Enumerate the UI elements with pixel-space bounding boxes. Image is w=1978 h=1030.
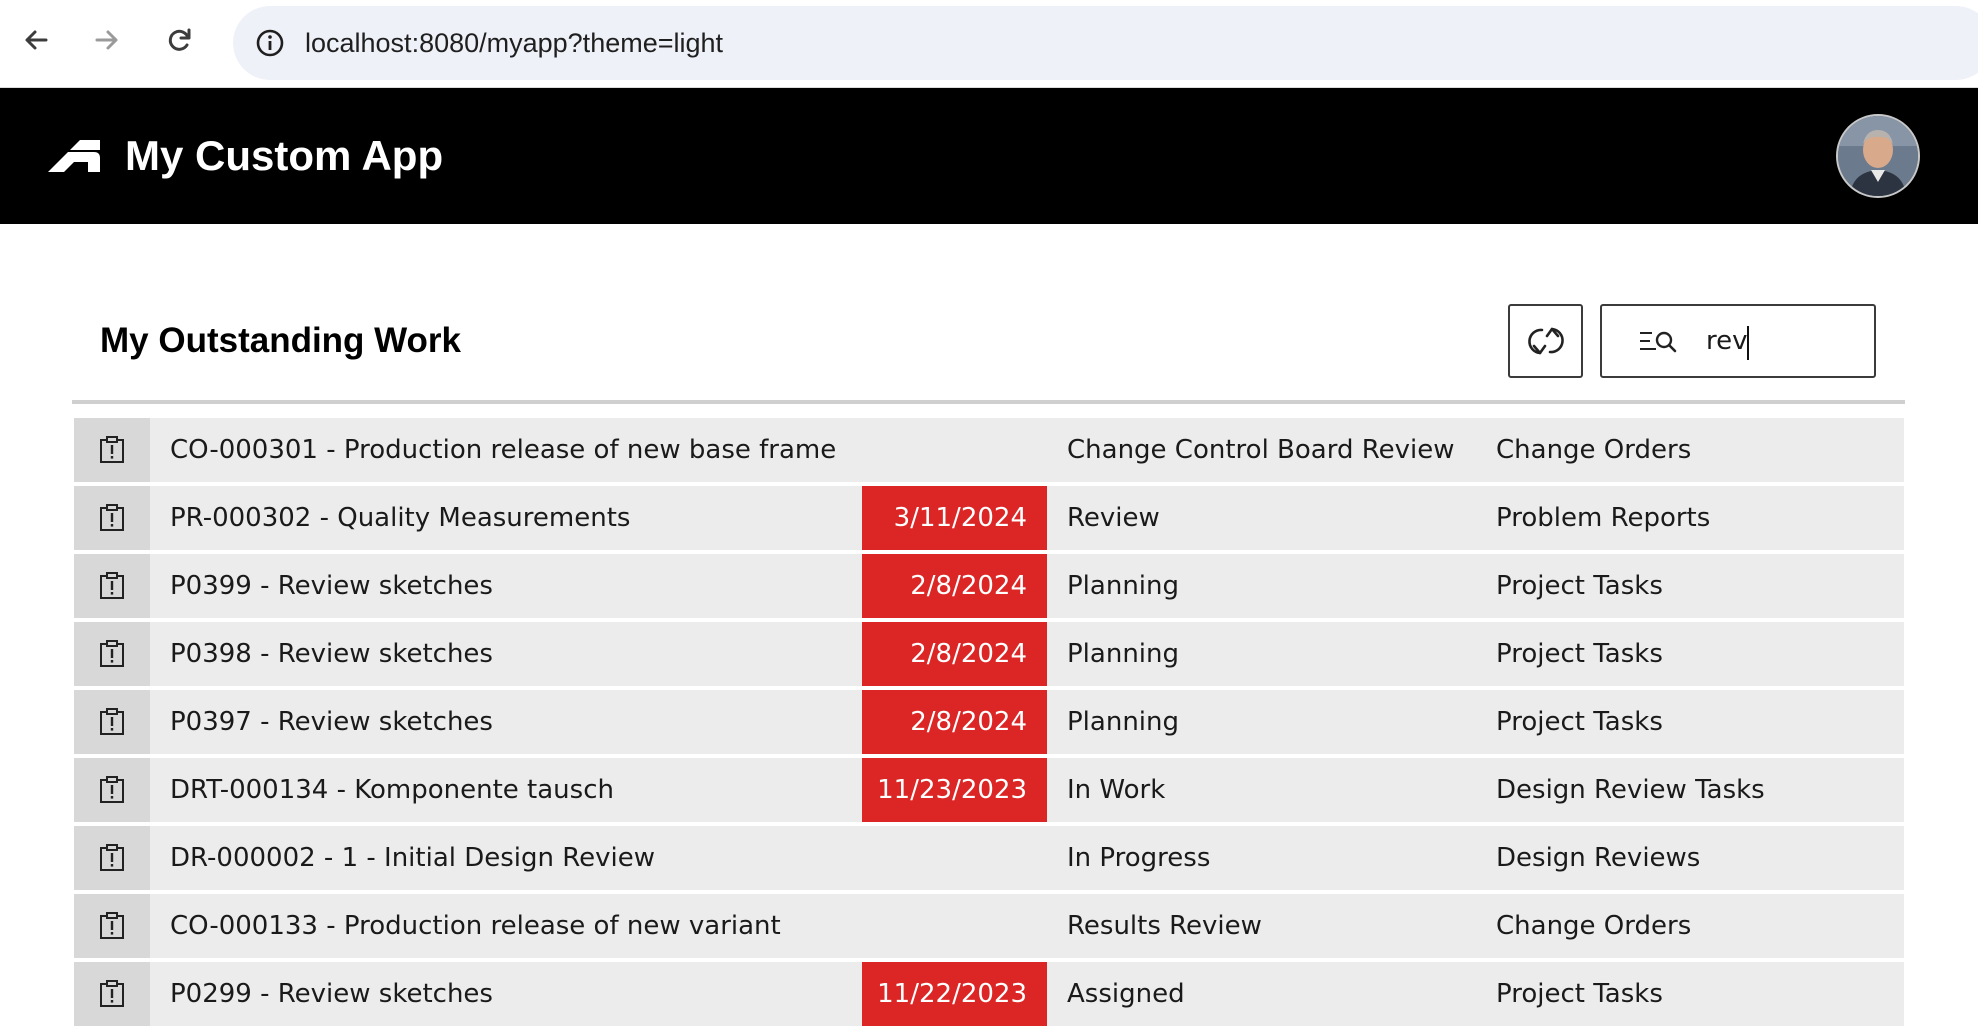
task-icon-cell <box>74 690 150 754</box>
work-list: CO-000301 - Production release of new ba… <box>74 418 1904 1030</box>
work-item-row[interactable]: PR-000302 - Quality Measurements 3/11/20… <box>74 486 1904 550</box>
item-title: P0397 - Review sketches <box>170 707 493 737</box>
due-date-badge <box>862 894 1047 958</box>
due-date-badge <box>862 418 1047 482</box>
text-caret <box>1747 326 1749 360</box>
item-title: PR-000302 - Quality Measurements <box>170 503 631 533</box>
task-icon-cell <box>74 622 150 686</box>
app-title: My Custom App <box>125 132 444 179</box>
task-icon-cell <box>74 486 150 550</box>
item-title: P0399 - Review sketches <box>170 571 493 601</box>
url-text: localhost:8080/myapp?theme=light <box>305 28 724 58</box>
task-icon-cell <box>74 826 150 890</box>
item-title: CO-000133 - Production release of new va… <box>170 911 781 941</box>
work-item-row[interactable]: P0299 - Review sketches 11/22/2023 Assig… <box>74 962 1904 1026</box>
reload-icon <box>168 28 191 51</box>
item-workspace: Problem Reports <box>1496 503 1711 533</box>
item-state: Change Control Board Review <box>1067 435 1455 465</box>
item-title: P0398 - Review sketches <box>170 639 493 669</box>
work-item-row[interactable]: DR-000002 - 1 - Initial Design Review In… <box>74 826 1904 890</box>
app-header: My Custom App <box>0 88 1978 224</box>
user-avatar[interactable] <box>1836 114 1920 198</box>
clipboard-alert-icon <box>100 572 124 599</box>
search-box[interactable] <box>1600 304 1876 378</box>
user-photo-icon <box>1838 116 1918 196</box>
due-date-badge: 11/23/2023 <box>862 758 1047 822</box>
panel-title: My Outstanding Work <box>100 321 462 360</box>
item-state: Planning <box>1067 571 1179 601</box>
item-state: Assigned <box>1067 979 1185 1009</box>
clipboard-alert-icon <box>100 640 124 667</box>
clipboard-alert-icon <box>100 844 124 871</box>
due-date-badge: 3/11/2024 <box>862 486 1047 550</box>
clipboard-alert-icon <box>100 776 124 803</box>
task-icon-cell <box>74 554 150 618</box>
due-date-badge: 11/22/2023 <box>862 962 1047 1026</box>
work-item-row[interactable]: P0397 - Review sketches 2/8/2024 Plannin… <box>74 690 1904 754</box>
refresh-button[interactable] <box>1508 304 1583 378</box>
item-workspace: Project Tasks <box>1496 979 1663 1009</box>
item-title: DRT-000134 - Komponente tausch <box>170 775 614 805</box>
address-bar[interactable]: localhost:8080/myapp?theme=light <box>233 6 1978 80</box>
clipboard-alert-icon <box>100 436 124 463</box>
search-input[interactable] <box>1706 316 1856 366</box>
due-date-badge <box>862 826 1047 890</box>
item-title: CO-000301 - Production release of new ba… <box>170 435 837 465</box>
work-item-row[interactable]: P0399 - Review sketches 2/8/2024 Plannin… <box>74 554 1904 618</box>
task-icon-cell <box>74 758 150 822</box>
clipboard-alert-icon <box>100 912 124 939</box>
item-workspace: Project Tasks <box>1496 571 1663 601</box>
item-state: Review <box>1067 503 1160 533</box>
item-title: DR-000002 - 1 - Initial Design Review <box>170 843 656 873</box>
work-item-row[interactable]: P0398 - Review sketches 2/8/2024 Plannin… <box>74 622 1904 686</box>
arrow-right-icon <box>95 30 118 50</box>
task-icon-cell <box>74 894 150 958</box>
item-workspace: Change Orders <box>1496 911 1692 941</box>
item-workspace: Project Tasks <box>1496 639 1663 669</box>
reload-button[interactable] <box>160 20 200 60</box>
due-date-badge: 2/8/2024 <box>862 622 1047 686</box>
refresh-icon <box>1527 327 1564 355</box>
item-workspace: Design Review Tasks <box>1496 775 1765 805</box>
due-date-badge: 2/8/2024 <box>862 554 1047 618</box>
forward-button[interactable] <box>87 20 127 60</box>
back-button[interactable] <box>16 20 56 60</box>
item-state: Planning <box>1067 639 1179 669</box>
item-title: P0299 - Review sketches <box>170 979 493 1009</box>
item-state: Planning <box>1067 707 1179 737</box>
filter-search-icon <box>1640 331 1677 353</box>
browser-toolbar: localhost:8080/myapp?theme=light <box>0 0 1978 88</box>
app-logo-icon <box>48 140 100 172</box>
site-info-icon[interactable] <box>255 28 285 58</box>
work-item-row[interactable]: DRT-000134 - Komponente tausch 11/23/202… <box>74 758 1904 822</box>
work-item-row[interactable]: CO-000301 - Production release of new ba… <box>74 418 1904 482</box>
clipboard-alert-icon <box>100 980 124 1007</box>
item-workspace: Project Tasks <box>1496 707 1663 737</box>
due-date-badge: 2/8/2024 <box>862 690 1047 754</box>
task-icon-cell <box>74 962 150 1026</box>
item-state: Results Review <box>1067 911 1262 941</box>
item-state: In Work <box>1067 775 1166 805</box>
item-workspace: Design Reviews <box>1496 843 1701 873</box>
item-workspace: Change Orders <box>1496 435 1692 465</box>
work-item-row[interactable]: CO-000133 - Production release of new va… <box>74 894 1904 958</box>
item-state: In Progress <box>1067 843 1211 873</box>
panel-divider <box>72 400 1905 404</box>
clipboard-alert-icon <box>100 504 124 531</box>
clipboard-alert-icon <box>100 708 124 735</box>
arrow-left-icon <box>25 30 48 50</box>
task-icon-cell <box>74 418 150 482</box>
